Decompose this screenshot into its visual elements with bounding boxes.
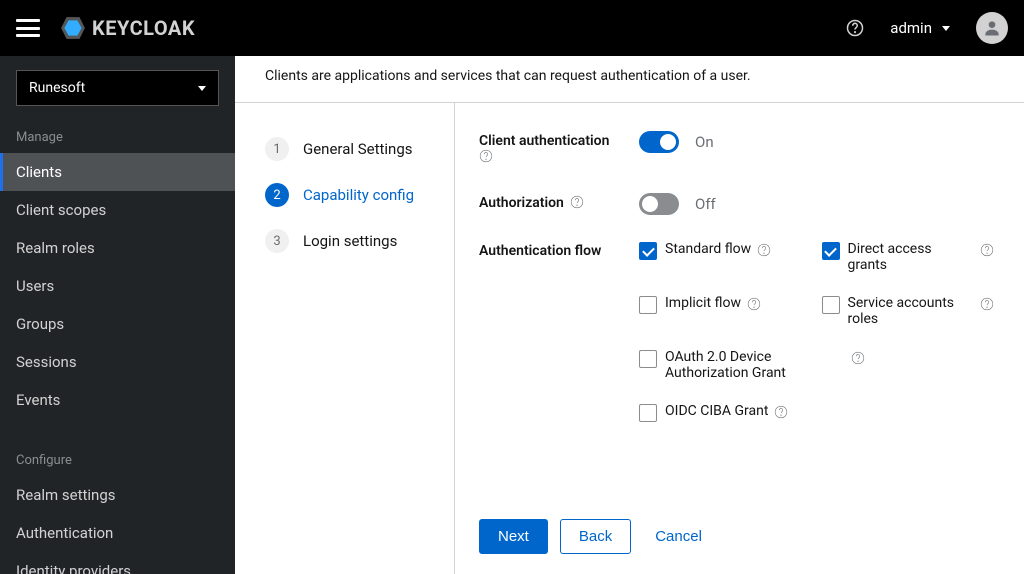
- sidebar-item-realm-roles[interactable]: Realm roles: [0, 229, 235, 267]
- checkbox-implicit-flow[interactable]: [639, 296, 657, 314]
- help-icon[interactable]: [846, 19, 864, 37]
- wizard-step-general-settings[interactable]: 1 General Settings: [265, 137, 454, 161]
- user-menu[interactable]: admin: [890, 19, 950, 37]
- brand-text: KEYCLOAK: [92, 16, 195, 40]
- sidebar-item-groups[interactable]: Groups: [0, 305, 235, 343]
- back-button[interactable]: Back: [560, 519, 631, 554]
- caret-down-icon: [198, 86, 206, 91]
- realm-selector[interactable]: Runesoft: [16, 70, 219, 106]
- wizard-nav: 1 General Settings 2 Capability config 3…: [235, 103, 455, 574]
- page-description: Clients are applications and services th…: [235, 56, 1024, 103]
- caret-down-icon: [942, 26, 950, 31]
- step-number: 2: [265, 183, 289, 207]
- cancel-button[interactable]: Cancel: [643, 520, 714, 553]
- checkbox-oidc-ciba-grant[interactable]: [639, 404, 657, 422]
- sidebar-section-manage: Manage: [0, 116, 235, 153]
- help-icon[interactable]: [980, 297, 994, 311]
- sidebar: Runesoft Manage Clients Client scopes Re…: [0, 56, 235, 574]
- keycloak-icon: [60, 15, 86, 41]
- sidebar-section-configure: Configure: [0, 439, 235, 476]
- help-icon[interactable]: [851, 351, 865, 365]
- checkbox-standard-flow[interactable]: [639, 242, 657, 260]
- toggle-state-label: On: [695, 133, 714, 151]
- sidebar-item-sessions[interactable]: Sessions: [0, 343, 235, 381]
- sidebar-item-clients[interactable]: Clients: [0, 153, 235, 191]
- toggle-authorization[interactable]: [639, 193, 679, 215]
- label-authorization: Authorization: [479, 193, 639, 215]
- sidebar-item-client-scopes[interactable]: Client scopes: [0, 191, 235, 229]
- sidebar-item-events[interactable]: Events: [0, 381, 235, 419]
- label-client-authentication: Client authentication: [479, 131, 639, 167]
- sidebar-item-realm-settings[interactable]: Realm settings: [0, 476, 235, 514]
- wizard-step-capability-config[interactable]: 2 Capability config: [265, 183, 454, 207]
- wizard-step-login-settings[interactable]: 3 Login settings: [265, 229, 454, 253]
- menu-toggle-icon[interactable]: [16, 19, 40, 37]
- sidebar-item-identity-providers[interactable]: Identity providers: [0, 552, 235, 574]
- step-number: 3: [265, 229, 289, 253]
- help-icon[interactable]: [479, 149, 493, 163]
- checkbox-direct-access-grants[interactable]: [822, 242, 840, 260]
- app-header: KEYCLOAK admin: [0, 0, 1024, 56]
- label-authentication-flow: Authentication flow: [479, 241, 639, 422]
- checkbox-service-accounts-roles[interactable]: [822, 296, 840, 314]
- step-number: 1: [265, 137, 289, 161]
- help-icon[interactable]: [774, 405, 788, 419]
- realm-selected-label: Runesoft: [29, 80, 85, 96]
- checkbox-oauth-device-grant[interactable]: [639, 350, 657, 368]
- next-button[interactable]: Next: [479, 519, 548, 554]
- help-icon[interactable]: [747, 297, 761, 311]
- brand-logo[interactable]: KEYCLOAK: [60, 15, 195, 41]
- form-area: Client authentication On Authoriz: [455, 103, 1024, 574]
- sidebar-item-users[interactable]: Users: [0, 267, 235, 305]
- help-icon[interactable]: [980, 243, 994, 257]
- main-content: Clients are applications and services th…: [235, 56, 1024, 574]
- toggle-state-label: Off: [695, 195, 716, 213]
- toggle-client-authentication[interactable]: [639, 131, 679, 153]
- wizard-button-bar: Next Back Cancel: [479, 509, 994, 554]
- user-label: admin: [890, 19, 932, 37]
- help-icon[interactable]: [570, 195, 584, 209]
- avatar[interactable]: [976, 12, 1008, 44]
- help-icon[interactable]: [757, 243, 771, 257]
- sidebar-item-authentication[interactable]: Authentication: [0, 514, 235, 552]
